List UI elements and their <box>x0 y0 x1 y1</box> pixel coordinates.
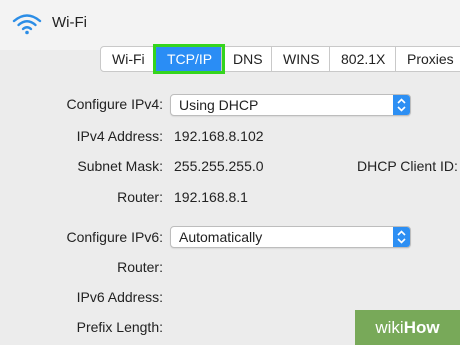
configure-ipv6-label: Configure IPv6: <box>66 229 164 245</box>
popup-arrows-icon <box>393 227 410 247</box>
window-titlebar: Wi-Fi <box>0 0 460 50</box>
watermark-part2: How <box>403 318 440 337</box>
window-title: Wi-Fi <box>52 14 87 31</box>
tab-bar: Wi-Fi TCP/IP DNS WINS 802.1X Proxies <box>100 44 460 74</box>
tab-tcp-ip[interactable]: TCP/IP <box>153 44 225 74</box>
popup-arrows-icon <box>393 95 410 115</box>
subnet-mask-label: Subnet Mask: <box>77 158 163 174</box>
tab-dns[interactable]: DNS <box>222 47 272 71</box>
tab-8021x[interactable]: 802.1X <box>330 47 396 71</box>
router-ipv6-label: Router: <box>117 259 163 275</box>
prefix-length-label: Prefix Length: <box>76 319 163 335</box>
dhcp-client-id-label: DHCP Client ID: <box>357 158 458 174</box>
configure-ipv4-label: Configure IPv4: <box>66 96 164 112</box>
router-ipv4-label: Router: <box>117 189 163 205</box>
router-ipv4-value: 192.168.8.1 <box>174 189 248 205</box>
ipv6-address-label: IPv6 Address: <box>76 289 163 305</box>
subnet-mask-value: 255.255.255.0 <box>174 158 264 174</box>
configure-ipv6-popup[interactable]: Automatically <box>170 226 411 248</box>
tab-wifi[interactable]: Wi-Fi <box>101 47 156 71</box>
tab-proxies[interactable]: Proxies <box>396 47 460 71</box>
wifi-icon <box>12 14 42 35</box>
configure-ipv4-popup[interactable]: Using DHCP <box>170 94 411 116</box>
configure-ipv6-value: Automatically <box>179 229 263 245</box>
tab-wins[interactable]: WINS <box>272 47 330 71</box>
wikihow-watermark: wikiHow <box>355 310 460 345</box>
ipv4-address-label: IPv4 Address: <box>76 128 163 144</box>
ipv4-address-value: 192.168.8.102 <box>174 128 264 144</box>
configure-ipv4-value: Using DHCP <box>179 97 259 113</box>
watermark-part1: wiki <box>375 318 404 337</box>
